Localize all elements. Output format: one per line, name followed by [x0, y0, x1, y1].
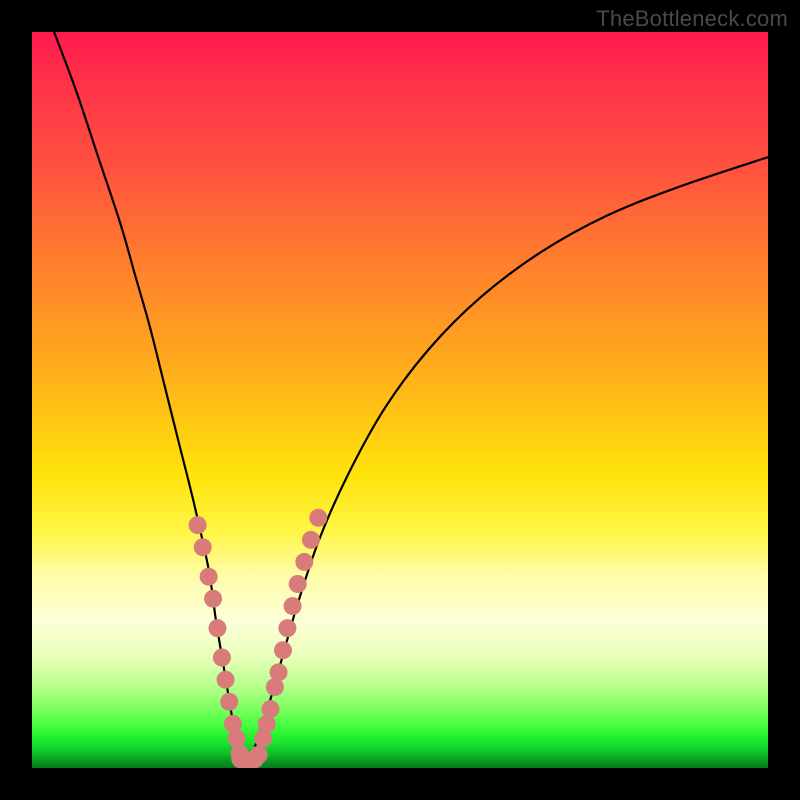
chart-frame: TheBottleneck.com: [0, 0, 800, 800]
dot-left-branch-dots: [189, 516, 207, 534]
chart-svg: [32, 32, 768, 768]
dot-right-branch-dots: [302, 531, 320, 549]
watermark-text: TheBottleneck.com: [596, 6, 788, 32]
dot-right-branch-dots: [295, 553, 313, 571]
dot-left-branch-dots: [217, 671, 235, 689]
dot-right-branch-dots: [289, 575, 307, 593]
dot-left-branch-dots: [213, 649, 231, 667]
series-left-branch: [54, 32, 238, 753]
dot-right-branch-dots: [261, 700, 279, 718]
dot-left-branch-dots: [208, 619, 226, 637]
dot-bottom-cluster-dots: [250, 746, 268, 764]
dot-left-branch-dots: [220, 693, 238, 711]
dot-left-branch-dots: [194, 538, 212, 556]
dot-right-branch-dots: [270, 663, 288, 681]
plot-area: [32, 32, 768, 768]
dot-right-branch-dots: [309, 509, 327, 527]
dot-left-branch-dots: [204, 590, 222, 608]
dot-right-branch-dots: [284, 597, 302, 615]
dot-left-branch-dots: [200, 568, 218, 586]
dot-right-branch-dots: [278, 619, 296, 637]
series-right-branch: [253, 157, 768, 753]
dot-right-branch-dots: [274, 641, 292, 659]
